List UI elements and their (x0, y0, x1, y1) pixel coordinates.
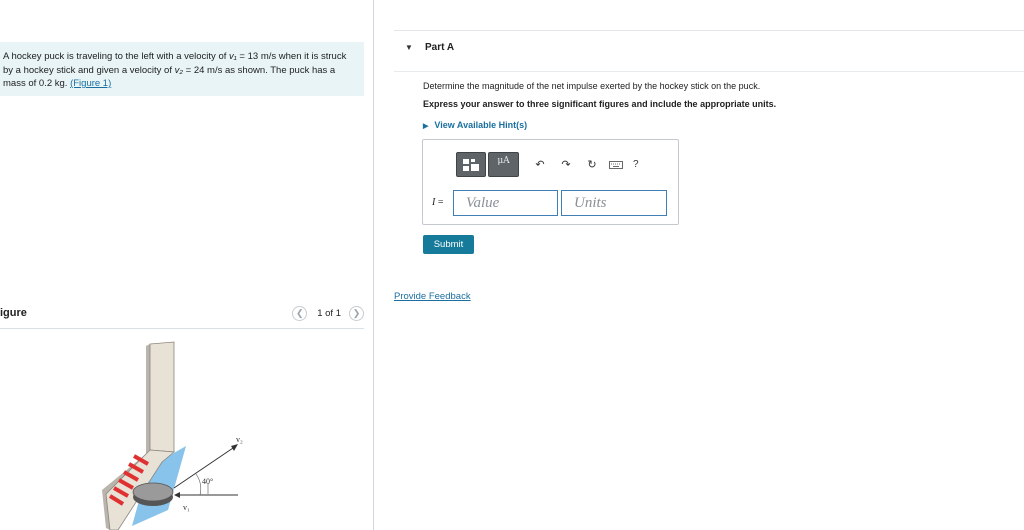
variable-label: I = (432, 197, 443, 208)
figure-header: igure ❮ 1 of 1 ❯ (0, 306, 364, 329)
v1-arrowhead (174, 492, 180, 498)
figure-pager: ❮ 1 of 1 ❯ (292, 306, 364, 321)
v1-unit: m/s (260, 51, 277, 62)
right-panel: ▼ Part A Determine the magnitude of the … (374, 0, 1024, 530)
equals-sign: = (435, 197, 444, 208)
figure-count: 1 of 1 (317, 308, 341, 319)
v1-symbol: v₁ (229, 51, 237, 62)
puck (132, 482, 174, 502)
left-panel: A hockey puck is traveling to the left w… (0, 0, 373, 530)
units-input[interactable]: Units (561, 190, 667, 216)
keyboard-icon[interactable] (609, 156, 623, 174)
provide-feedback-link[interactable]: Provide Feedback (394, 291, 471, 302)
angle-label: 40° (202, 477, 213, 486)
stick-shaft (149, 341, 175, 453)
units-button[interactable]: μA (488, 152, 519, 177)
v1-label: v₁ (183, 503, 190, 512)
problem-text-1: A hockey puck is traveling to the left w… (3, 51, 230, 62)
mass-unit: kg (54, 78, 65, 89)
value-input[interactable]: Value (453, 190, 558, 216)
undo-icon[interactable]: ↶ (533, 158, 547, 171)
v2-unit: m/s (207, 64, 223, 76)
part-a-header[interactable]: ▼ Part A (394, 31, 1024, 72)
redo-icon[interactable]: ↷ (559, 158, 573, 171)
v2-symbol: v₂ (174, 64, 183, 76)
v1-value: = 13 (236, 51, 261, 62)
reset-icon[interactable]: ↻ (585, 158, 599, 171)
part-label: Part A (425, 42, 455, 53)
prev-figure-button[interactable]: ❮ (292, 306, 308, 321)
problem-statement: A hockey puck is traveling to the left w… (0, 42, 364, 96)
v2-label: v₂ (236, 435, 243, 444)
keyboard-icon-svg (609, 160, 623, 169)
figure-link[interactable]: (Figure 1) (70, 78, 111, 89)
caret-right-icon: ▶ (423, 123, 429, 130)
submit-button[interactable]: Submit (423, 235, 474, 254)
next-figure-button[interactable]: ❯ (349, 306, 364, 321)
question-text: Determine the magnitude of the net impul… (423, 81, 761, 91)
help-icon[interactable]: ? (633, 159, 639, 170)
angle-arc (195, 473, 201, 496)
answer-toolbar: μA ↶ ↷ ↻ ? (456, 151, 666, 178)
stick-shaft-side (146, 344, 150, 454)
templates-icon (463, 158, 479, 171)
templates-button[interactable] (456, 152, 486, 177)
v2-arrowhead (231, 444, 238, 451)
hint-label: View Available Hint(s) (434, 120, 528, 130)
question-instructions: Express your answer to three significant… (423, 99, 777, 109)
hockey-figure: v₂ 40° v₁ (102, 341, 243, 530)
v2-value: = 24 (183, 64, 208, 76)
figure-title: igure (0, 307, 27, 319)
answer-box: μA ↶ ↷ ↻ ? I = Value Units (422, 139, 679, 225)
caret-down-icon[interactable]: ▼ (405, 43, 413, 52)
view-hints-link[interactable]: ▶ View Available Hint(s) (423, 120, 527, 130)
